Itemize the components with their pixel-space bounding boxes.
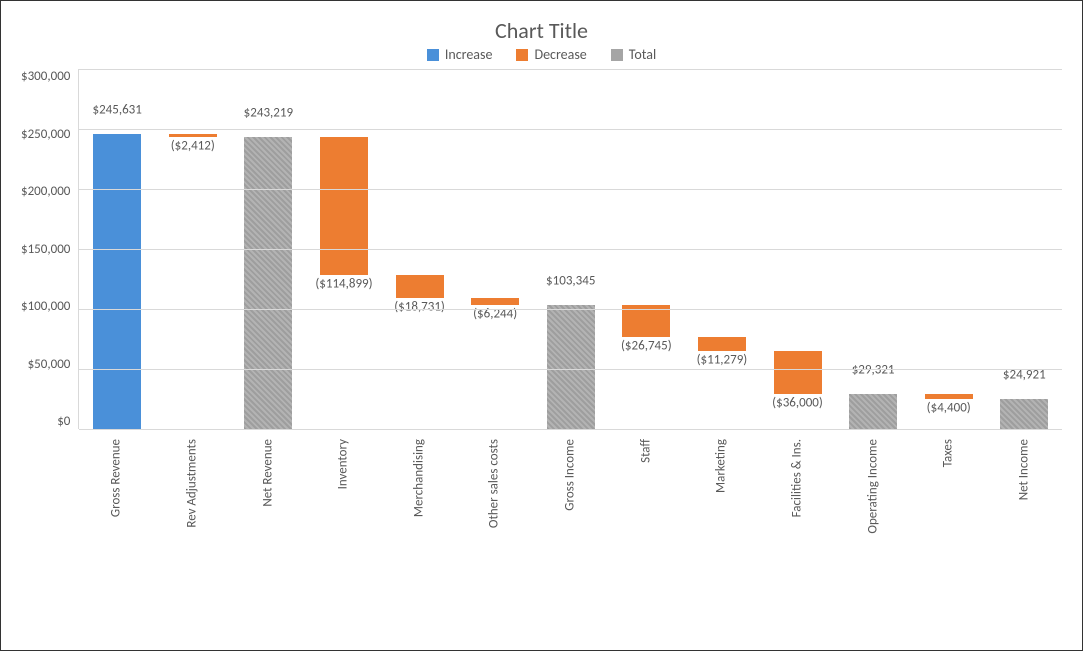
x-category-label: Merchandising [411,439,426,517]
bar-decrease [169,134,217,137]
gridline [79,69,1062,70]
data-label: ($2,412) [171,139,215,154]
x-category: Other sales costs [457,429,533,559]
x-category: Gross Revenue [78,429,154,559]
x-category-label: Taxes [941,439,956,467]
x-category: Net Income [986,429,1062,559]
gridline [79,129,1062,130]
x-category: Staff [608,429,684,559]
bar-total [849,394,897,429]
x-category: Operating Income [835,429,911,559]
bar-total [1000,399,1048,429]
x-category: Rev Adjustments [154,429,230,559]
x-category: Net Revenue [230,429,306,559]
bar-decrease [698,337,746,351]
x-category-label: Net Income [1017,439,1032,500]
data-label: ($4,400) [927,401,971,416]
x-category-label: Other sales costs [487,439,502,528]
chart-legend: Increase Decrease Total [21,46,1062,63]
data-label: $243,219 [244,106,293,121]
bar-decrease [320,137,368,275]
data-label: ($18,731) [394,299,445,314]
x-category-label: Staff [638,439,653,463]
plot-area: $245,631 ($2,412) $243,219 ($114,899) ($18,7… [78,69,1062,429]
legend-item-total: Total [611,46,656,63]
data-label: ($11,279) [697,352,748,367]
legend-label-decrease: Decrease [534,46,586,63]
y-tick: $50,000 [28,357,71,372]
x-category-label: Rev Adjustments [184,439,199,528]
y-tick: $200,000 [21,184,70,199]
bar-increase [93,134,141,429]
y-tick: $0 [57,414,70,429]
y-tick: $250,000 [21,127,70,142]
chart-title: Chart Title [21,17,1062,44]
chart-frame: Chart Title Increase Decrease Total $300… [0,0,1083,651]
gridline [79,369,1062,370]
gridline [79,249,1062,250]
data-label: $245,631 [92,103,141,118]
x-category-label: Facilities & Ins. [790,439,805,517]
bar-decrease [396,275,444,297]
x-category-label: Operating Income [865,439,880,534]
x-category-label: Gross Income [563,439,578,511]
legend-swatch-decrease [516,49,528,61]
x-category-label: Net Revenue [260,439,275,507]
x-category: Inventory [305,429,381,559]
bar-decrease [774,351,822,394]
bar-total [244,137,292,429]
x-category-label: Inventory [336,439,351,489]
bar-total [547,305,595,429]
legend-label-total: Total [629,46,656,63]
legend-item-decrease: Decrease [516,46,586,63]
data-label: ($114,899) [315,277,372,292]
y-tick: $100,000 [21,299,70,314]
legend-label-increase: Increase [445,46,493,63]
data-label: $103,345 [546,274,595,289]
legend-swatch-increase [427,49,439,61]
x-category-label: Marketing [714,439,729,493]
legend-swatch-total [611,49,623,61]
x-axis: Gross Revenue Rev Adjustments Net Revenue I… [78,429,1062,559]
x-category: Taxes [911,429,987,559]
x-category: Marketing [684,429,760,559]
y-axis: $300,000 $250,000 $200,000 $150,000 $100… [21,69,78,429]
data-label: ($26,745) [621,339,672,354]
x-category-label: Gross Revenue [109,439,124,517]
legend-item-increase: Increase [427,46,493,63]
bar-decrease [471,298,519,305]
x-category: Facilities & Ins. [759,429,835,559]
gridline [79,189,1062,190]
bar-decrease [925,394,973,399]
y-tick: $300,000 [21,69,70,84]
y-tick: $150,000 [21,242,70,257]
x-category: Merchandising [381,429,457,559]
x-category: Gross Income [532,429,608,559]
gridline [79,309,1062,310]
data-label: ($36,000) [772,395,823,410]
